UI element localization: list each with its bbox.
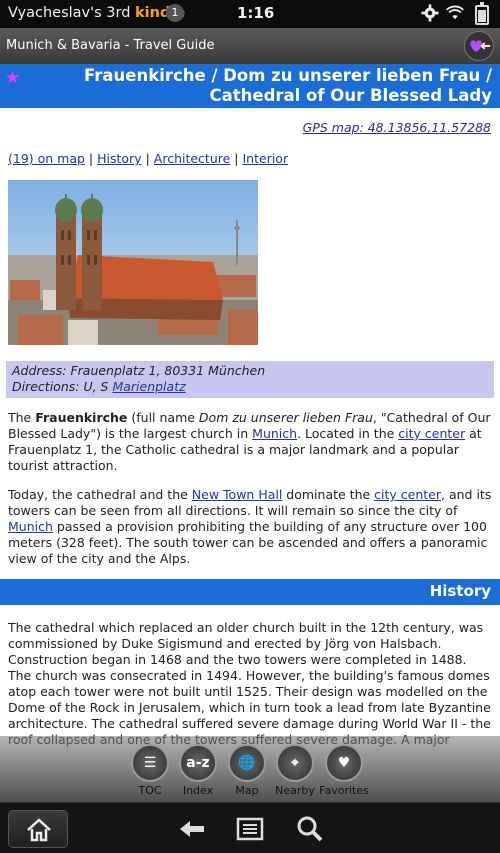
favorites-label: Favorites [319,784,369,797]
second-paragraph: Today, the cathedral and the New Town Ha… [8,487,492,567]
home-icon [27,818,51,842]
city-center-link[interactable]: city center [398,426,465,441]
directions-text: Directions: U, S Marienplatz [12,379,488,395]
index-button[interactable]: a-z Index [177,744,223,797]
owner-label: Vyacheslav's 3rd [8,5,131,21]
cathedral-photo[interactable] [8,180,258,345]
heart-icon: ♥ [325,744,363,782]
system-bar [0,802,500,853]
article-title: Frauenkirche / Dom zu unserer lieben Fra… [84,66,492,105]
app-title-bar: Munich & Bavaria - Travel Guide [0,28,500,64]
munich-link[interactable]: Munich [8,519,53,534]
p2-text-1: Today, the cathedral and the [8,487,192,502]
device-owner: Vyacheslav's 3rd kindle [8,5,185,21]
directions-prefix: Directions: U, S [12,379,113,394]
munich-link[interactable]: Munich [252,426,297,441]
p2-text-2: dominate the [282,487,375,502]
p2-text-4: passed a provision prohibiting the build… [8,519,488,566]
toc-icon: ☰ [131,744,169,782]
history-heading: History [429,582,491,600]
clock: 1:16 [237,4,275,22]
index-icon: a-z [179,744,217,782]
app-title: Munich & Bavaria - Travel Guide [6,38,215,53]
menu-icon[interactable] [236,815,264,843]
article-header: ★ Frauenkirche / Dom zu unserer lieben F… [0,64,500,108]
p1-bold: Frauenkirche [35,410,128,425]
city-center-link[interactable]: city center [374,487,441,502]
p1-text-2: (full name [127,410,199,425]
address-box: Address: Frauenplatz 1, 80331 München Di… [6,361,494,398]
back-arrow-icon[interactable] [178,815,206,843]
wifi-icon [446,5,464,20]
favorite-back-icon[interactable] [464,31,494,61]
notification-count-badge[interactable]: 1 [166,4,184,22]
gear-icon[interactable] [421,4,439,22]
home-button[interactable] [8,810,68,848]
on-map-link[interactable]: (19) on map [8,151,85,166]
intro-paragraph: The Frauenkirche (full name Dom zu unser… [8,410,492,474]
p1-text-1: The [8,410,36,425]
bottom-navigation: ☰ TOC a-z Index 🌐 Map ⌖ Nearby ♥ Favorit… [0,736,500,802]
p1-text-4: . Located in the [297,426,399,441]
search-icon[interactable] [296,815,324,843]
history-link[interactable]: History [97,151,141,166]
history-section-header: History [0,579,500,605]
nearby-target-icon: ⌖ [276,744,314,782]
marienplatz-link[interactable]: Marienplatz [112,379,185,394]
section-links: (19) on map | History | Architecture | I… [8,151,289,166]
battery-icon [475,2,489,25]
architecture-link[interactable]: Architecture [154,151,231,166]
address-text: Address: Frauenplatz 1, 80331 München [12,363,266,378]
globe-icon: 🌐 [228,744,266,782]
history-paragraph: The cathedral which replaced an older ch… [8,620,491,747]
favorites-button[interactable]: ♥ Favorites [319,744,369,797]
new-town-hall-link[interactable]: New Town Hall [192,487,283,502]
status-bar: Vyacheslav's 3rd kindle 1 1:16 [0,0,500,28]
nearby-button[interactable]: ⌖ Nearby [274,744,320,797]
p1-italic: Dom zu unserer lieben Frau [198,410,373,425]
gps-map-link[interactable]: GPS map: 48.13856,11.57288 [303,120,491,135]
interior-link[interactable]: Interior [242,151,288,166]
